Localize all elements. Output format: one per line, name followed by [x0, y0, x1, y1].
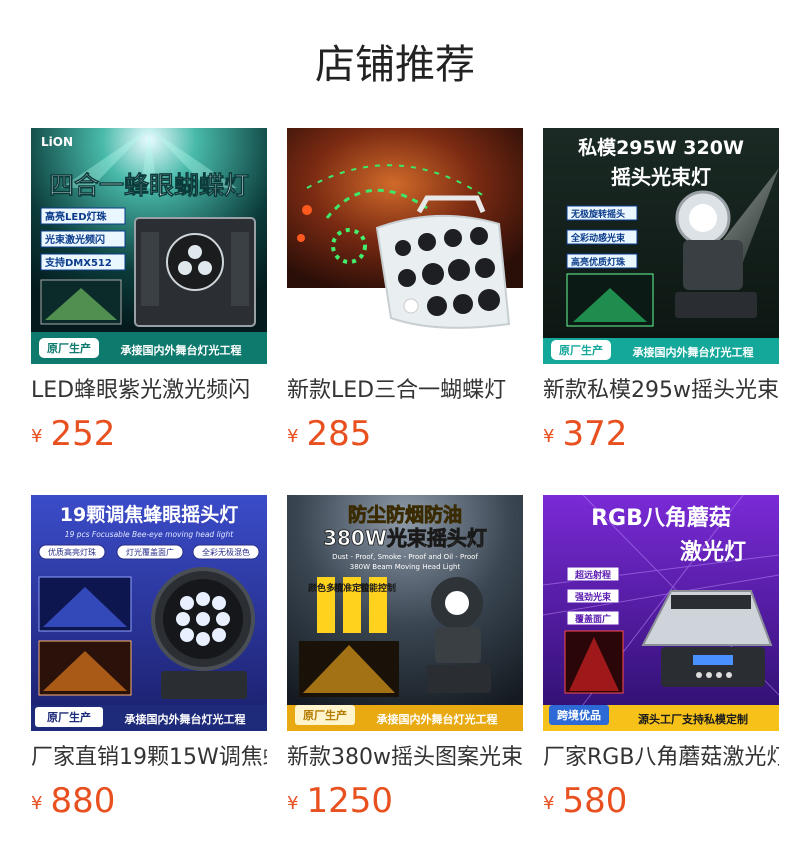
product-card[interactable]: 防尘防烟防油 380W光束摇头灯 Dust - Proof, Smoke - P… [287, 495, 523, 824]
image-tag: 无极旋转摇头 [570, 208, 625, 220]
product-name[interactable]: 新款LED三合一蝴蝶灯 [287, 376, 523, 406]
section-title: 店铺推荐 [315, 42, 475, 88]
currency-symbol: ¥ [31, 426, 43, 447]
product-image[interactable]: 防尘防烟防油 380W光束摇头灯 Dust - Proof, Smoke - P… [287, 495, 523, 731]
currency-symbol: ¥ [287, 793, 299, 814]
image-badge: 原厂生产 [303, 708, 347, 722]
currency-symbol: ¥ [543, 793, 555, 814]
currency-symbol: ¥ [287, 426, 299, 447]
currency-symbol: ¥ [31, 793, 43, 814]
brand-logo: LiON [41, 135, 73, 149]
price-value: 372 [562, 414, 628, 454]
image-headline: 四合一蜂眼蝴蝶灯 [49, 171, 249, 200]
product-card[interactable]: RGB八角蘑菇 激光灯 超远射程 强劲光束 覆盖面广 跨境优品 源头工厂支持私模… [543, 495, 779, 824]
product-image-art: 私模295W 320W 摇头光束灯 无极旋转摇头 全彩动感光束 高亮优质灯珠 原… [543, 128, 779, 364]
currency-symbol: ¥ [543, 426, 555, 447]
price-value: 880 [50, 781, 116, 821]
product-card[interactable]: 19颗调焦蜂眼摇头灯 19 pcs Focusable Bee-eye movi… [31, 495, 267, 824]
product-name[interactable]: 厂家直销19颗15W调焦蜂眼 [31, 743, 267, 773]
image-banner: 承接国内外舞台灯光工程 [125, 712, 246, 726]
image-headline: 防尘防烟防油 [348, 503, 462, 526]
image-banner: 承接国内外舞台灯光工程 [633, 345, 754, 359]
product-image[interactable] [287, 128, 523, 364]
image-english: 380W Beam Moving Head Light [350, 563, 461, 571]
price-value: 580 [562, 781, 628, 821]
product-price: ¥372 [543, 414, 779, 457]
product-card[interactable]: 私模295W 320W 摇头光束灯 无极旋转摇头 全彩动感光束 高亮优质灯珠 原… [543, 128, 779, 457]
product-name[interactable]: 新款私模295w摇头光束灯 [543, 376, 779, 406]
product-price: ¥1250 [287, 781, 523, 824]
image-tag: 超远射程 [574, 569, 611, 581]
image-badge: 跨境优品 [557, 708, 601, 722]
image-headline: RGB八角蘑菇 [591, 505, 731, 531]
price-value: 1250 [306, 781, 393, 821]
product-image[interactable]: RGB八角蘑菇 激光灯 超远射程 强劲光束 覆盖面广 跨境优品 源头工厂支持私模… [543, 495, 779, 731]
image-tag: 全彩无极混色 [202, 547, 250, 557]
product-price: ¥285 [287, 414, 523, 457]
product-price: ¥580 [543, 781, 779, 824]
product-image[interactable]: 19颗调焦蜂眼摇头灯 19 pcs Focusable Bee-eye movi… [31, 495, 267, 731]
product-name[interactable]: LED蜂眼紫光激光频闪 [31, 376, 267, 406]
image-banner: 承接国内外舞台灯光工程 [377, 712, 498, 726]
product-price: ¥252 [31, 414, 267, 457]
product-image-art: 防尘防烟防油 380W光束摇头灯 Dust - Proof, Smoke - P… [287, 495, 523, 731]
image-subheadline: 摇头光束灯 [611, 165, 711, 189]
product-card[interactable]: LiON 四合一蜂眼蝴蝶灯 高亮LED灯珠 光束激光频闪 支持DMX512 原厂… [31, 128, 267, 457]
image-tag: 光束激光频闪 [44, 233, 105, 246]
image-subheadline: 激光灯 [680, 539, 746, 565]
image-tag: 智能控制 [360, 582, 396, 594]
product-card[interactable]: 新款LED三合一蝴蝶灯 ¥285 [287, 128, 523, 457]
image-tag: 强劲光束 [575, 591, 612, 603]
image-tag: 覆盖面广 [575, 613, 611, 625]
image-badge: 原厂生产 [559, 343, 603, 357]
image-subheadline: 380W光束摇头灯 [323, 526, 487, 550]
price-value: 252 [50, 414, 116, 454]
image-tag: 全彩动感光束 [570, 232, 626, 244]
product-name[interactable]: 新款380w摇头图案光束灯 [287, 743, 523, 773]
image-tag: 灯光覆盖面广 [126, 547, 174, 557]
price-value: 285 [306, 414, 372, 454]
image-headline: 19颗调焦蜂眼摇头灯 [60, 503, 238, 526]
image-english: Dust - Proof, Smoke - Proof and Oil - Pr… [332, 553, 478, 561]
product-price: ¥880 [31, 781, 267, 824]
image-tag: 支持DMX512 [44, 256, 112, 269]
product-image[interactable]: 私模295W 320W 摇头光束灯 无极旋转摇头 全彩动感光束 高亮优质灯珠 原… [543, 128, 779, 364]
image-tag: 高亮优质灯珠 [571, 256, 626, 268]
product-name[interactable]: 厂家RGB八角蘑菇激光灯 [543, 743, 779, 773]
product-image-art [287, 128, 523, 364]
image-headline: 私模295W 320W [578, 136, 744, 159]
product-image-art: 19颗调焦蜂眼摇头灯 19 pcs Focusable Bee-eye movi… [31, 495, 267, 731]
product-image[interactable]: LiON 四合一蜂眼蝴蝶灯 高亮LED灯珠 光束激光频闪 支持DMX512 原厂… [31, 128, 267, 364]
product-image-art: RGB八角蘑菇 激光灯 超远射程 强劲光束 覆盖面广 跨境优品 源头工厂支持私模… [543, 495, 779, 731]
image-badge: 原厂生产 [47, 341, 91, 355]
image-english: 19 pcs Focusable Bee-eye moving head lig… [65, 530, 234, 539]
image-tag: 高亮LED灯珠 [45, 210, 108, 223]
product-image-art: LiON 四合一蜂眼蝴蝶灯 高亮LED灯珠 光束激光频闪 支持DMX512 原厂… [31, 128, 267, 364]
image-banner: 源头工厂支持私模定制 [638, 712, 748, 726]
image-tag: 优质高亮灯珠 [48, 547, 96, 557]
image-badge: 原厂生产 [47, 710, 91, 724]
image-banner: 承接国内外舞台灯光工程 [121, 343, 242, 357]
